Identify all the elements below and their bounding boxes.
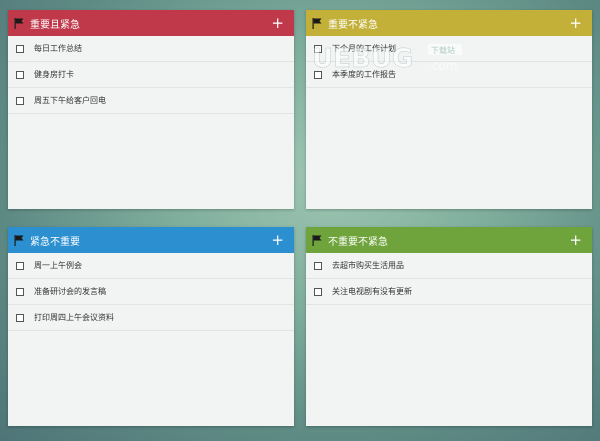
flag-icon (14, 234, 24, 246)
task-checkbox[interactable] (16, 261, 24, 270)
task-label: 周一上午例会 (34, 261, 82, 270)
task-checkbox[interactable] (314, 261, 322, 270)
panel-title: 重要不紧急 (328, 19, 378, 31)
task-label: 打印周四上午会议资料 (34, 313, 114, 322)
task-item[interactable]: 健身房打卡 (8, 62, 294, 88)
add-task-button[interactable]: + (271, 232, 284, 248)
panel-header: 重要且紧急 + (8, 10, 294, 36)
task-item[interactable]: 打印周四上午会议资料 (8, 305, 294, 331)
task-item[interactable]: 周五下午给客户回电 (8, 88, 294, 114)
task-label: 准备研讨会的发言稿 (34, 287, 106, 296)
panel-header: 重要不紧急 + (306, 10, 592, 36)
task-label: 每日工作总结 (34, 44, 82, 53)
task-item[interactable]: 去超市购买生活用品 (306, 253, 592, 279)
task-label: 周五下午给客户回电 (34, 96, 106, 105)
panel-title: 重要且紧急 (30, 19, 80, 31)
add-task-button[interactable]: + (569, 15, 582, 31)
task-checkbox[interactable] (16, 287, 24, 296)
task-item[interactable]: 每日工作总结 (8, 36, 294, 62)
panel-header: 不重要不紧急 + (306, 227, 592, 253)
task-label: 去超市购买生活用品 (332, 261, 404, 270)
task-item[interactable]: 关注电视剧有没有更新 (306, 279, 592, 305)
task-item[interactable]: 准备研讨会的发言稿 (8, 279, 294, 305)
quadrant-panel-important-not-urgent: 重要不紧急 + 下个月的工作计划 本季度的工作报告 (306, 10, 592, 209)
task-item[interactable]: 周一上午例会 (8, 253, 294, 279)
flag-icon (312, 17, 322, 29)
quadrant-panel-important-urgent: 重要且紧急 + 每日工作总结 健身房打卡 周五下午给客户回电 (8, 10, 294, 209)
task-label: 本季度的工作报告 (332, 70, 396, 79)
flag-icon (14, 17, 24, 29)
task-label: 健身房打卡 (34, 70, 74, 79)
quadrant-panel-not-important-not-urgent: 不重要不紧急 + 去超市购买生活用品 关注电视剧有没有更新 (306, 227, 592, 426)
task-checkbox[interactable] (16, 44, 24, 53)
task-label: 关注电视剧有没有更新 (332, 287, 412, 296)
add-task-button[interactable]: + (271, 15, 284, 31)
task-item[interactable]: 下个月的工作计划 (306, 36, 592, 62)
flag-icon (312, 234, 322, 246)
task-checkbox[interactable] (314, 44, 322, 53)
panel-header: 紧急不重要 + (8, 227, 294, 253)
panel-title: 不重要不紧急 (328, 236, 388, 248)
quadrant-panel-urgent-not-important: 紧急不重要 + 周一上午例会 准备研讨会的发言稿 打印周四上午会议资料 (8, 227, 294, 426)
task-checkbox[interactable] (314, 287, 322, 296)
task-item[interactable]: 本季度的工作报告 (306, 62, 592, 88)
task-checkbox[interactable] (16, 313, 24, 322)
task-label: 下个月的工作计划 (332, 44, 396, 53)
task-checkbox[interactable] (16, 70, 24, 79)
task-checkbox[interactable] (314, 70, 322, 79)
panel-title: 紧急不重要 (30, 236, 80, 248)
task-checkbox[interactable] (16, 96, 24, 105)
add-task-button[interactable]: + (569, 232, 582, 248)
